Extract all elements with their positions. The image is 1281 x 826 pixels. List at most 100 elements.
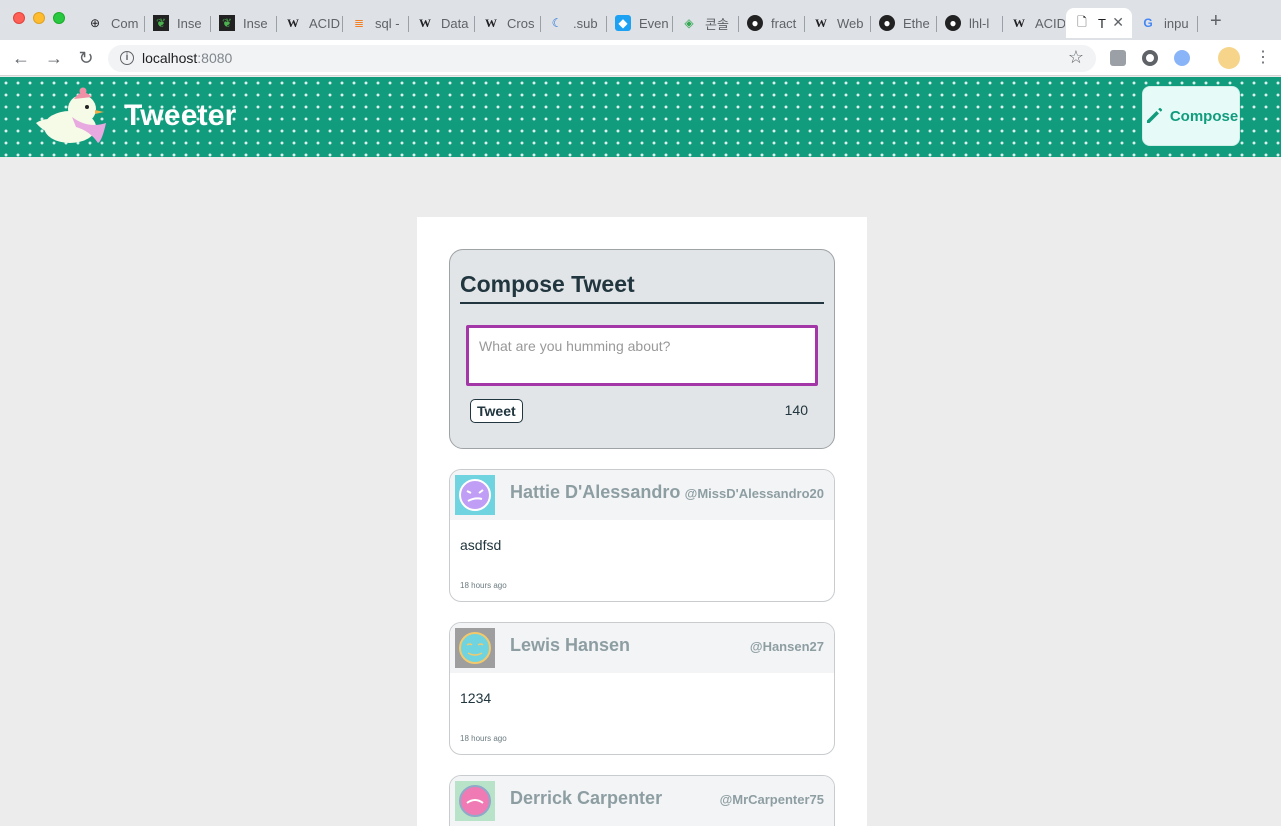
tab-title: sql - xyxy=(375,15,400,31)
bird-logo-icon xyxy=(36,87,106,143)
tweet-timestamp: 18 hours ago xyxy=(460,734,507,743)
tweet-header: Hattie D'Alessandro @MissD'Alessandro20 xyxy=(450,470,834,520)
tab-title: inpu xyxy=(1164,15,1189,31)
google-icon: G xyxy=(1143,16,1153,30)
wikipedia-icon: W xyxy=(287,15,299,30)
github-icon: ● xyxy=(879,15,895,31)
browser-tab[interactable]: W ACID xyxy=(1003,8,1065,38)
tweet-author-name: Derrick Carpenter xyxy=(510,788,663,808)
info-icon[interactable]: i xyxy=(120,51,134,65)
tweet-header: Derrick Carpenter @MrCarpenter75 xyxy=(450,776,834,826)
tweet-submit-button[interactable]: Tweet xyxy=(470,399,523,423)
main-content: Compose Tweet Tweet 140 Hattie D'Alessan… xyxy=(417,217,867,826)
close-tab-icon[interactable]: ✕ xyxy=(1112,14,1124,31)
tab-title: ACID xyxy=(309,15,341,31)
tweet-card: Hattie D'Alessandro @MissD'Alessandro20 … xyxy=(449,469,835,602)
browser-tab[interactable]: W ACID xyxy=(277,8,343,38)
browser-tab[interactable]: G inpu xyxy=(1132,8,1198,38)
heading-divider xyxy=(460,302,824,304)
app-title: Tweeter xyxy=(124,99,237,132)
browser-tab[interactable]: ☾ .sub xyxy=(541,8,607,38)
tab-title: Com xyxy=(111,15,139,31)
browser-tab[interactable]: W Cros xyxy=(475,8,541,38)
google-cloud-icon: ◈ xyxy=(684,16,694,30)
tweet-author-name: Lewis Hansen xyxy=(510,635,631,655)
app-header: Tweeter Compose xyxy=(0,77,1281,157)
tweet-text: 1234 xyxy=(460,690,492,706)
tab-title: 콘솔 xyxy=(705,16,729,32)
tab-title: Cros xyxy=(507,15,535,31)
browser-tab[interactable]: ≣ sql - xyxy=(343,8,409,38)
browser-tab[interactable]: ● lhl-l xyxy=(937,8,1003,38)
stackoverflow-icon: ≣ xyxy=(353,16,365,30)
profile-avatar[interactable] xyxy=(1218,47,1240,69)
tweet-card: Derrick Carpenter @MrCarpenter75 xyxy=(449,775,835,826)
chrome-extension-icon[interactable] xyxy=(1142,50,1158,66)
browser-menu-icon[interactable]: ⋮ xyxy=(1252,47,1274,69)
browser-tab[interactable]: W Data xyxy=(409,8,475,38)
tweet-author-handle: @Hansen27 xyxy=(749,639,824,654)
tab-title: Data xyxy=(441,15,469,31)
browser-tab[interactable]: ◆ Even xyxy=(607,8,673,38)
tweet-header: Lewis Hansen @Hansen27 xyxy=(450,623,834,673)
user-avatar xyxy=(455,781,495,821)
pencil-icon xyxy=(1146,107,1162,123)
bird-icon: ◆ xyxy=(615,15,631,31)
wikipedia-icon: W xyxy=(1013,15,1025,30)
mongodb-icon: ❦ xyxy=(153,15,169,31)
new-tab-button[interactable]: + xyxy=(1210,11,1222,31)
moon-icon: ☾ xyxy=(551,16,563,30)
wikipedia-icon: W xyxy=(815,15,827,30)
address-bar[interactable]: i localhost:8080 ☆ xyxy=(108,45,1096,72)
tab-title: lhl-l xyxy=(969,15,990,31)
compose-button[interactable]: Compose xyxy=(1142,86,1240,146)
user-avatar xyxy=(455,628,495,668)
extension-icon[interactable] xyxy=(1174,50,1190,66)
bookmark-star-icon[interactable]: ☆ xyxy=(1068,47,1084,68)
url-text: localhost:8080 xyxy=(142,50,233,66)
mongodb-icon: ❦ xyxy=(219,15,235,31)
browser-toolbar: ← → ↻ i localhost:8080 ☆ ⋮ xyxy=(0,40,1281,76)
tweet-author-handle: @MissD'Alessandro20 xyxy=(684,486,824,501)
close-window-button[interactable] xyxy=(13,12,25,24)
back-arrow-icon[interactable]: ← xyxy=(10,47,32,69)
github-icon: ● xyxy=(747,15,763,31)
character-counter: 140 xyxy=(784,402,808,418)
tweet-card: Lewis Hansen @Hansen27 1234 18 hours ago xyxy=(449,622,835,755)
minimize-window-button[interactable] xyxy=(33,12,45,24)
compose-tweet-panel: Compose Tweet Tweet 140 xyxy=(449,249,835,449)
tab-title: ACID xyxy=(1035,15,1065,31)
browser-tab-active[interactable]: 🗋 T ✕ xyxy=(1066,8,1132,38)
browser-tab[interactable]: ◈ 콘솔 xyxy=(673,8,739,38)
reload-icon[interactable]: ↻ xyxy=(75,47,97,69)
forward-arrow-icon[interactable]: → xyxy=(43,47,65,69)
tweet-timestamp: 18 hours ago xyxy=(460,581,507,590)
wikipedia-icon: W xyxy=(485,15,497,30)
tab-title: fract xyxy=(771,15,797,31)
github-icon: ● xyxy=(945,15,961,31)
browser-tab[interactable]: ❦ Inse xyxy=(145,8,211,38)
document-icon: 🗋 xyxy=(1077,14,1087,29)
browser-tab[interactable]: ● Ethe xyxy=(871,8,937,38)
browser-tab[interactable]: W Web xyxy=(805,8,871,38)
compose-label: Compose xyxy=(1169,107,1239,125)
tab-title: Inse xyxy=(177,15,202,31)
browser-tab[interactable]: ⊕ Com xyxy=(79,8,145,38)
tweet-textarea[interactable] xyxy=(466,325,818,386)
tweet-text: asdfsd xyxy=(460,537,502,553)
browser-tab[interactable]: ❦ Inse xyxy=(211,8,277,38)
compose-heading: Compose Tweet xyxy=(460,271,635,297)
maximize-window-button[interactable] xyxy=(53,12,65,24)
tab-title: Web xyxy=(837,15,864,31)
plus-circle-icon: ⊕ xyxy=(89,16,101,30)
browser-tab[interactable]: ● fract xyxy=(739,8,805,38)
tab-title: Inse xyxy=(243,15,268,31)
tweet-author-name: Hattie D'Alessandro xyxy=(510,482,681,502)
tweet-author-handle: @MrCarpenter75 xyxy=(719,792,824,807)
drive-extension-icon[interactable] xyxy=(1110,50,1126,66)
tab-title: T xyxy=(1098,15,1106,31)
tab-title: .sub xyxy=(573,15,598,31)
user-avatar xyxy=(455,475,495,515)
wikipedia-icon: W xyxy=(419,15,431,30)
browser-tab-bar: ⊕ Com ❦ Inse ❦ Inse W ACID ≣ sql - W Dat… xyxy=(0,0,1281,40)
